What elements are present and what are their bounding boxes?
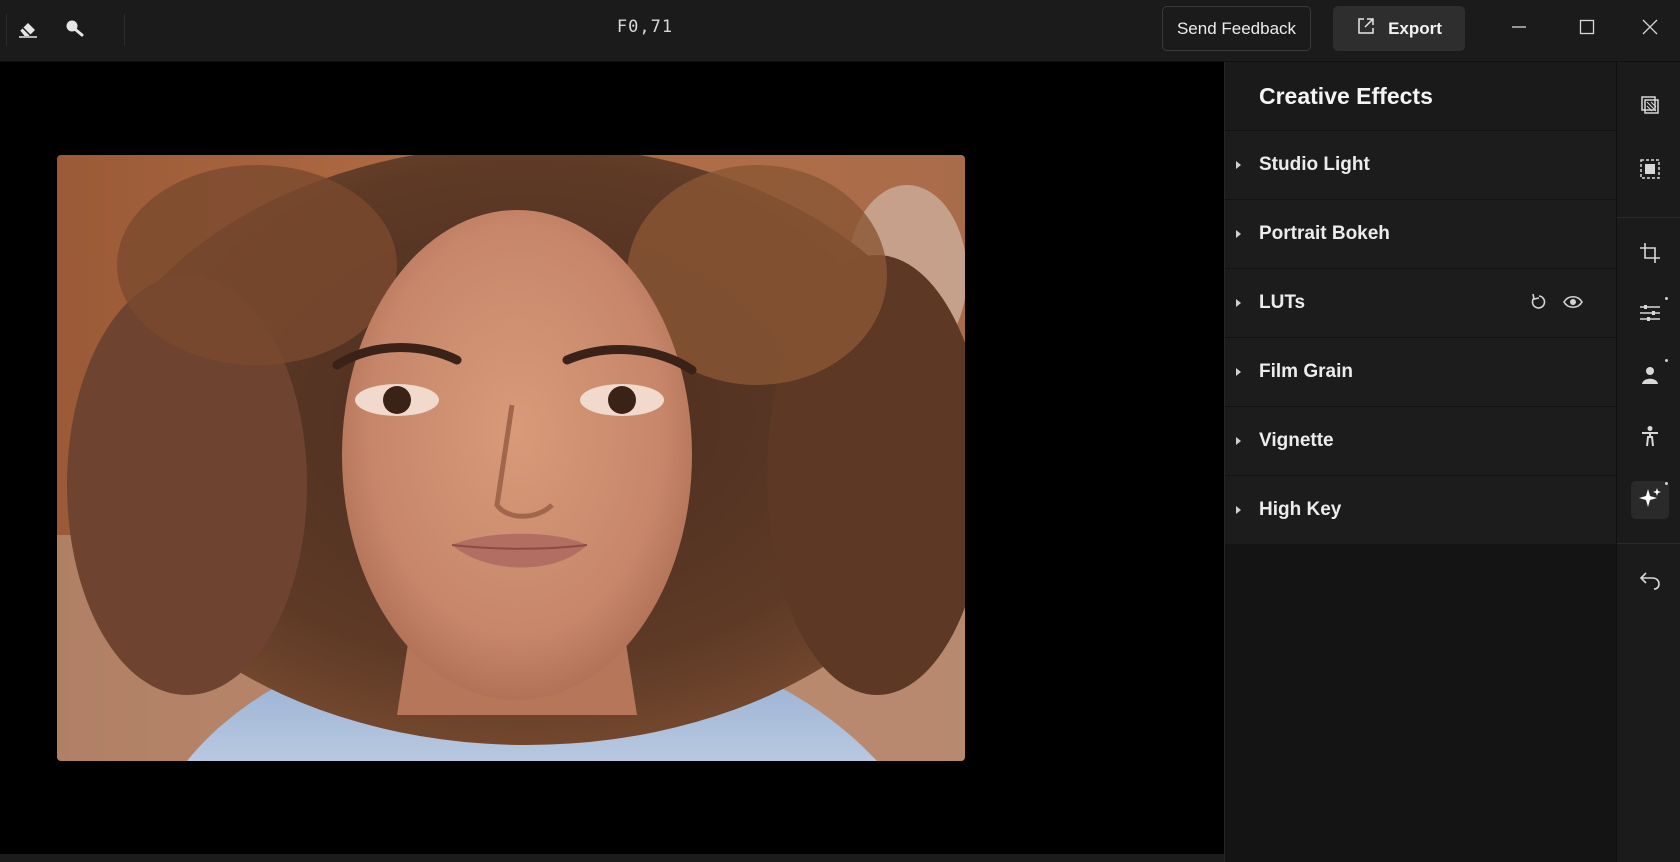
- indicator-dot: [1665, 482, 1668, 485]
- canvas-scrollbar[interactable]: [0, 854, 1224, 862]
- indicator-dot: [1665, 359, 1668, 362]
- file-name: F0,71: [616, 17, 674, 37]
- send-feedback-button[interactable]: Send Feedback: [1162, 6, 1311, 51]
- adjustments-button[interactable]: [1631, 296, 1669, 334]
- portrait-icon: [1639, 364, 1661, 391]
- external-link-icon: [1356, 16, 1376, 41]
- creative-effects-panel: Creative Effects Studio Light Portrait B…: [1224, 62, 1616, 862]
- minimize-button[interactable]: [1494, 10, 1544, 48]
- minimize-icon: [1510, 18, 1528, 41]
- undo-button[interactable]: [1631, 563, 1669, 601]
- effect-label: Studio Light: [1259, 154, 1370, 175]
- magnifier-tool-button[interactable]: [54, 12, 94, 48]
- tool-rail: [1616, 62, 1680, 862]
- image-canvas[interactable]: [0, 62, 1224, 854]
- reset-icon[interactable]: [1528, 291, 1550, 313]
- layers-button[interactable]: [1631, 88, 1669, 126]
- layers-icon: [1639, 94, 1661, 121]
- caret-right-icon: [1236, 368, 1241, 376]
- maximize-icon: [1578, 18, 1596, 41]
- select-subject-icon: [1639, 158, 1661, 185]
- panel-title: Creative Effects: [1225, 62, 1616, 131]
- maximize-button[interactable]: [1562, 10, 1612, 48]
- effect-label: LUTs: [1259, 292, 1306, 313]
- caret-right-icon: [1236, 437, 1241, 445]
- effect-label: Film Grain: [1259, 361, 1353, 382]
- effect-vignette[interactable]: Vignette: [1225, 407, 1616, 476]
- magnifier-icon: [62, 16, 86, 45]
- toolbar-divider: [124, 14, 125, 46]
- indicator-dot: [1665, 297, 1668, 300]
- crop-icon: [1639, 242, 1661, 269]
- export-label: Export: [1388, 18, 1442, 38]
- effect-actions: [1528, 291, 1584, 313]
- visibility-eye-icon[interactable]: [1562, 291, 1584, 313]
- effect-portrait-bokeh[interactable]: Portrait Bokeh: [1225, 200, 1616, 269]
- effect-label: High Key: [1259, 499, 1342, 520]
- eraser-icon: [16, 16, 40, 45]
- send-feedback-label: Send Feedback: [1176, 18, 1297, 38]
- creative-effects-button[interactable]: [1631, 481, 1669, 519]
- close-icon: [1641, 18, 1659, 41]
- toolbar-divider: [6, 14, 7, 46]
- title-bar: F0,71 Send Feedback Export: [0, 0, 1680, 62]
- caret-right-icon: [1236, 161, 1241, 169]
- rail-divider: [1617, 217, 1680, 218]
- effect-label: Portrait Bokeh: [1259, 223, 1390, 244]
- body-button[interactable]: [1631, 419, 1669, 457]
- caret-right-icon: [1236, 230, 1241, 238]
- effect-high-key[interactable]: High Key: [1225, 476, 1616, 545]
- rail-divider: [1617, 543, 1680, 544]
- effect-luts[interactable]: LUTs: [1225, 269, 1616, 338]
- close-button[interactable]: [1625, 10, 1675, 48]
- eraser-tool-button[interactable]: [8, 12, 48, 48]
- select-subject-button[interactable]: [1631, 152, 1669, 190]
- portrait-photo[interactable]: [57, 155, 965, 761]
- effect-label: Vignette: [1259, 430, 1334, 451]
- crop-button[interactable]: [1631, 236, 1669, 274]
- adjustments-icon: [1638, 302, 1662, 329]
- effect-film-grain[interactable]: Film Grain: [1225, 338, 1616, 407]
- effect-studio-light[interactable]: Studio Light: [1225, 131, 1616, 200]
- export-button[interactable]: Export: [1333, 6, 1465, 51]
- portrait-button[interactable]: [1631, 358, 1669, 396]
- tool-group: [8, 12, 94, 48]
- caret-right-icon: [1236, 506, 1241, 514]
- sparkle-icon: [1638, 486, 1662, 515]
- caret-right-icon: [1236, 299, 1241, 307]
- undo-icon: [1638, 569, 1662, 596]
- body-icon: [1639, 425, 1661, 452]
